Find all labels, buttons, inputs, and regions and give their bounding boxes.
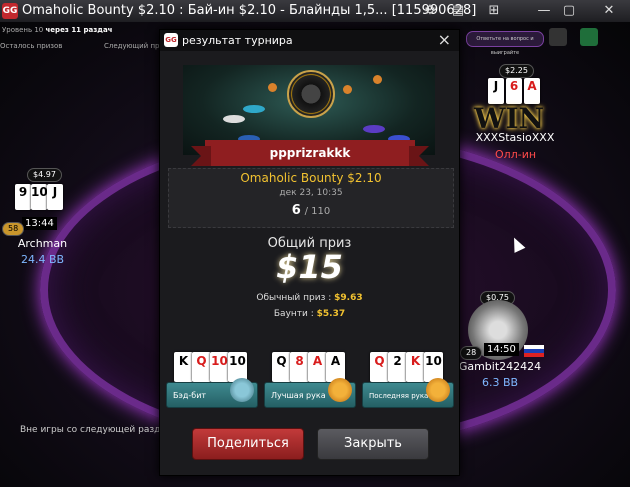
coin-icon [343, 85, 352, 94]
regular-prize-row: Обычный приз : $9.63 [256, 293, 363, 303]
bounty-row: Баунти : $5.37 [273, 309, 346, 319]
player-stack: 24.4 BB [20, 253, 65, 266]
award-card: Q [192, 352, 211, 382]
chip-stack-icon [243, 105, 265, 113]
best-hand-award[interactable]: Q 8 A A Лучшая рука [264, 350, 356, 416]
player-card: J [47, 184, 63, 210]
level-info: Уровень 10 через 11 раздач [2, 26, 113, 34]
maximize-icon[interactable]: ▢ [560, 2, 578, 20]
player-badge: 28 [460, 346, 483, 360]
chip-stack-icon [223, 115, 245, 123]
sit-out-status: Вне игры со следующей раздачи [20, 425, 178, 435]
dialog-title: результат турнира [182, 34, 293, 47]
award-card: Q [370, 352, 389, 382]
tournament-info-card: Omaholic Bounty $2.10 дек 23, 10:35 6 / … [168, 168, 454, 228]
player-badge: 58 [2, 222, 25, 236]
settings-gear-icon[interactable]: ⚙ [421, 2, 439, 20]
prizes-left-note: Осталось призов [0, 42, 63, 50]
coin-icon [268, 83, 277, 92]
window-title: Omaholic Bounty $2.10 : Бай-ин $2.10 - Б… [22, 3, 477, 18]
close-button[interactable]: Закрыть [317, 428, 429, 460]
emoji-icon [426, 378, 450, 402]
player-card: 6 [506, 78, 522, 104]
award-card: 10 [210, 352, 229, 382]
dialog-header: GG результат турнира × [160, 30, 459, 51]
window-close-icon[interactable]: ✕ [600, 2, 618, 20]
emoji-icon [230, 378, 254, 402]
stats-icon[interactable]: ▤ [449, 2, 467, 20]
player-card: 10 [31, 184, 48, 210]
promo-button[interactable]: Ответьте на вопрос и выиграйте [466, 31, 544, 56]
emoji-icon [328, 378, 352, 402]
share-button[interactable]: Поделиться [192, 428, 304, 460]
player-stack: 6.3 BB [481, 376, 519, 389]
award-card: K [174, 352, 193, 382]
player-name[interactable]: Archman [10, 237, 75, 250]
minimize-icon[interactable]: — [535, 2, 553, 20]
spade-rank-icon[interactable] [549, 28, 567, 46]
window-titlebar: GG Omaholic Bounty $2.10 : Бай-ин $2.10 … [0, 0, 630, 22]
player-card: 9 [15, 184, 31, 210]
player-name[interactable]: XXXStasioXXX [470, 131, 560, 144]
player-bet-chip: $2.25 [499, 64, 534, 78]
winner-ribbon: ppprizrakkk [191, 140, 429, 166]
coin-icon [373, 75, 382, 84]
poker-chip-icon [287, 70, 335, 118]
player-card: A [524, 78, 540, 104]
finishing-place: 6 / 110 [291, 203, 331, 218]
tournament-date: дек 23, 10:35 [279, 188, 343, 198]
player-timer: 14:50 [484, 343, 519, 356]
award-card: K [406, 352, 425, 382]
bad-beat-award[interactable]: K Q 10 10 Бэд-бит [166, 350, 258, 416]
currency-icon[interactable] [580, 28, 598, 46]
award-card: 8 [290, 352, 309, 382]
award-card: Q [272, 352, 291, 382]
last-hand-award[interactable]: Q 2 K 10 Последняя рука [362, 350, 454, 416]
app-logo: GG [2, 3, 18, 19]
award-card: A [308, 352, 327, 382]
hand-awards: K Q 10 10 Бэд-бит Q 8 A A Лучшая рука Q … [166, 350, 454, 416]
dialog-close-icon[interactable]: × [438, 30, 451, 50]
player-bet-chip: $4.97 [27, 168, 62, 182]
player-timer: 13:44 [22, 217, 57, 230]
player-card: J [488, 78, 504, 104]
player-name[interactable]: Gambit242424 [455, 360, 545, 373]
flag-icon [524, 345, 544, 357]
tile-windows-icon[interactable]: ⊞ [485, 2, 503, 20]
gg-logo-icon: GG [164, 33, 178, 47]
chip-stack-icon [363, 125, 385, 133]
tournament-name: Omaholic Bounty $2.10 [240, 171, 382, 185]
total-prize-value: $15 [276, 248, 343, 286]
tournament-result-dialog: GG результат турнира × ppprizrakkk Omaho… [159, 29, 460, 476]
award-card: 2 [388, 352, 407, 382]
player-allin-status: Олл-ин [495, 148, 537, 161]
